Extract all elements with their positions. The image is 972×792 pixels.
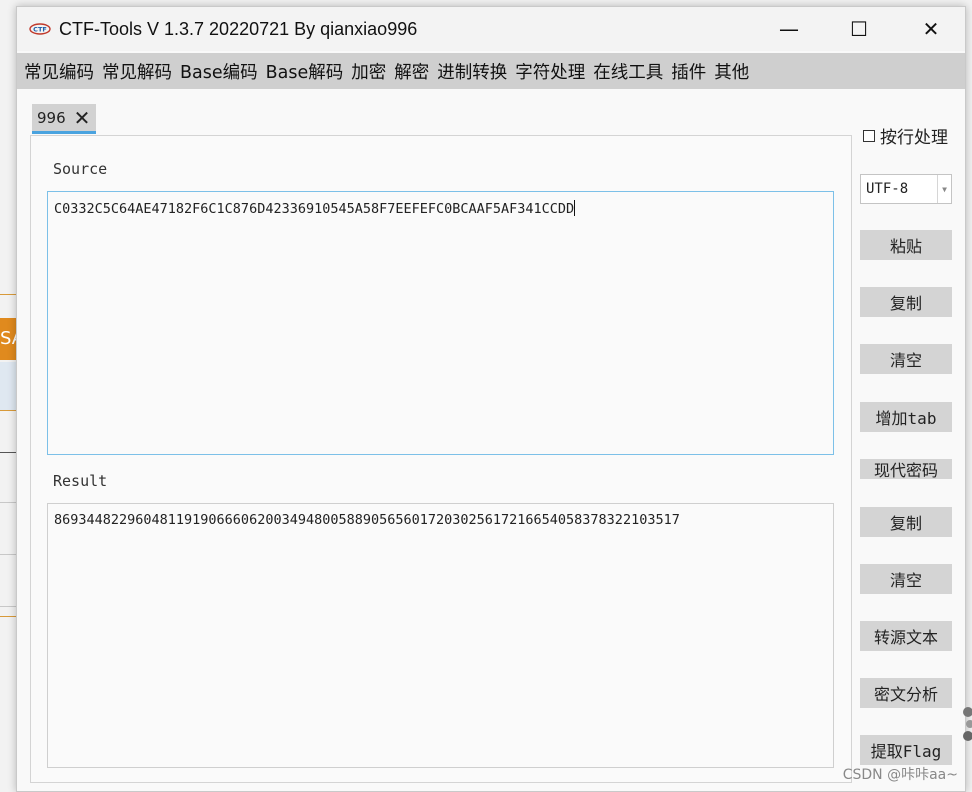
menu-base-encode[interactable]: Base编码 [180,59,258,84]
menu-radix-convert[interactable]: 进制转换 [437,59,507,84]
maximize-icon: ☐ [850,17,868,41]
menu-decrypt[interactable]: 解密 [394,59,429,84]
menu-string-process[interactable]: 字符处理 [515,59,585,84]
encoding-value: UTF-8 [866,181,909,197]
minimize-button[interactable]: — [759,7,819,51]
menu-encode[interactable]: 常见编码 [24,59,94,84]
menu-plugins[interactable]: 插件 [671,59,706,84]
main-panel: Source C0332C5C64AE47182F6C1C876D4233691… [30,135,852,783]
result-text: 8693448229604811919066606200349480058890… [54,512,680,528]
clear-source-button[interactable]: 清空 [860,344,952,374]
line-mode-checkbox-row[interactable]: 按行处理 [863,123,948,148]
menu-online-tools[interactable]: 在线工具 [593,59,663,84]
copy-source-button[interactable]: 复制 [860,287,952,317]
background-decoration [963,707,972,741]
text-caret [574,200,576,216]
source-textarea[interactable]: C0332C5C64AE47182F6C1C876D42336910545A58… [47,191,834,455]
svg-text:CTF: CTF [33,26,47,34]
source-text: C0332C5C64AE47182F6C1C876D42336910545A58… [54,201,575,217]
menu-base-decode[interactable]: Base解码 [266,59,344,84]
add-tab-button[interactable]: 增加tab [860,402,952,432]
extract-flag-button[interactable]: 提取Flag [860,735,952,765]
copy-result-button[interactable]: 复制 [860,507,952,537]
menu-decode[interactable]: 常见解码 [102,59,172,84]
title-bar[interactable]: CTF CTF-Tools V 1.3.7 20220721 By qianxi… [17,7,965,51]
tab-996[interactable]: 996 ✕ [32,104,96,134]
maximize-button[interactable]: ☐ [829,7,889,51]
tab-label: 996 [37,108,66,127]
menu-other[interactable]: 其他 [714,59,749,84]
tab-close-icon[interactable]: ✕ [74,108,91,128]
chevron-down-icon: ▼ [937,175,951,203]
to-source-button[interactable]: 转源文本 [860,621,952,651]
source-label: Source [53,160,108,178]
clear-result-button[interactable]: 清空 [860,564,952,594]
app-window: CTF CTF-Tools V 1.3.7 20220721 By qianxi… [16,6,966,792]
menu-encrypt[interactable]: 加密 [351,59,386,84]
paste-button[interactable]: 粘贴 [860,230,952,260]
menu-bar: 常见编码 常见解码 Base编码 Base解码 加密 解密 进制转换 字符处理 … [17,53,965,89]
app-logo-icon: CTF [29,22,51,36]
minimize-icon: — [779,17,799,41]
close-button[interactable]: ✕ [901,7,961,51]
result-label: Result [53,472,108,490]
modern-crypto-button[interactable]: 现代密码 [860,459,952,480]
result-textarea[interactable]: 8693448229604811919066606200349480058890… [47,503,834,768]
line-mode-label: 按行处理 [880,128,948,148]
watermark-text: CSDN @咔咔aa~ [842,767,958,783]
line-mode-checkbox[interactable] [863,129,875,142]
encoding-select[interactable]: UTF-8 ▼ [860,174,952,204]
cipher-analysis-button[interactable]: 密文分析 [860,678,952,708]
close-icon: ✕ [922,17,940,41]
window-title: CTF-Tools V 1.3.7 20220721 By qianxiao99… [59,18,418,39]
